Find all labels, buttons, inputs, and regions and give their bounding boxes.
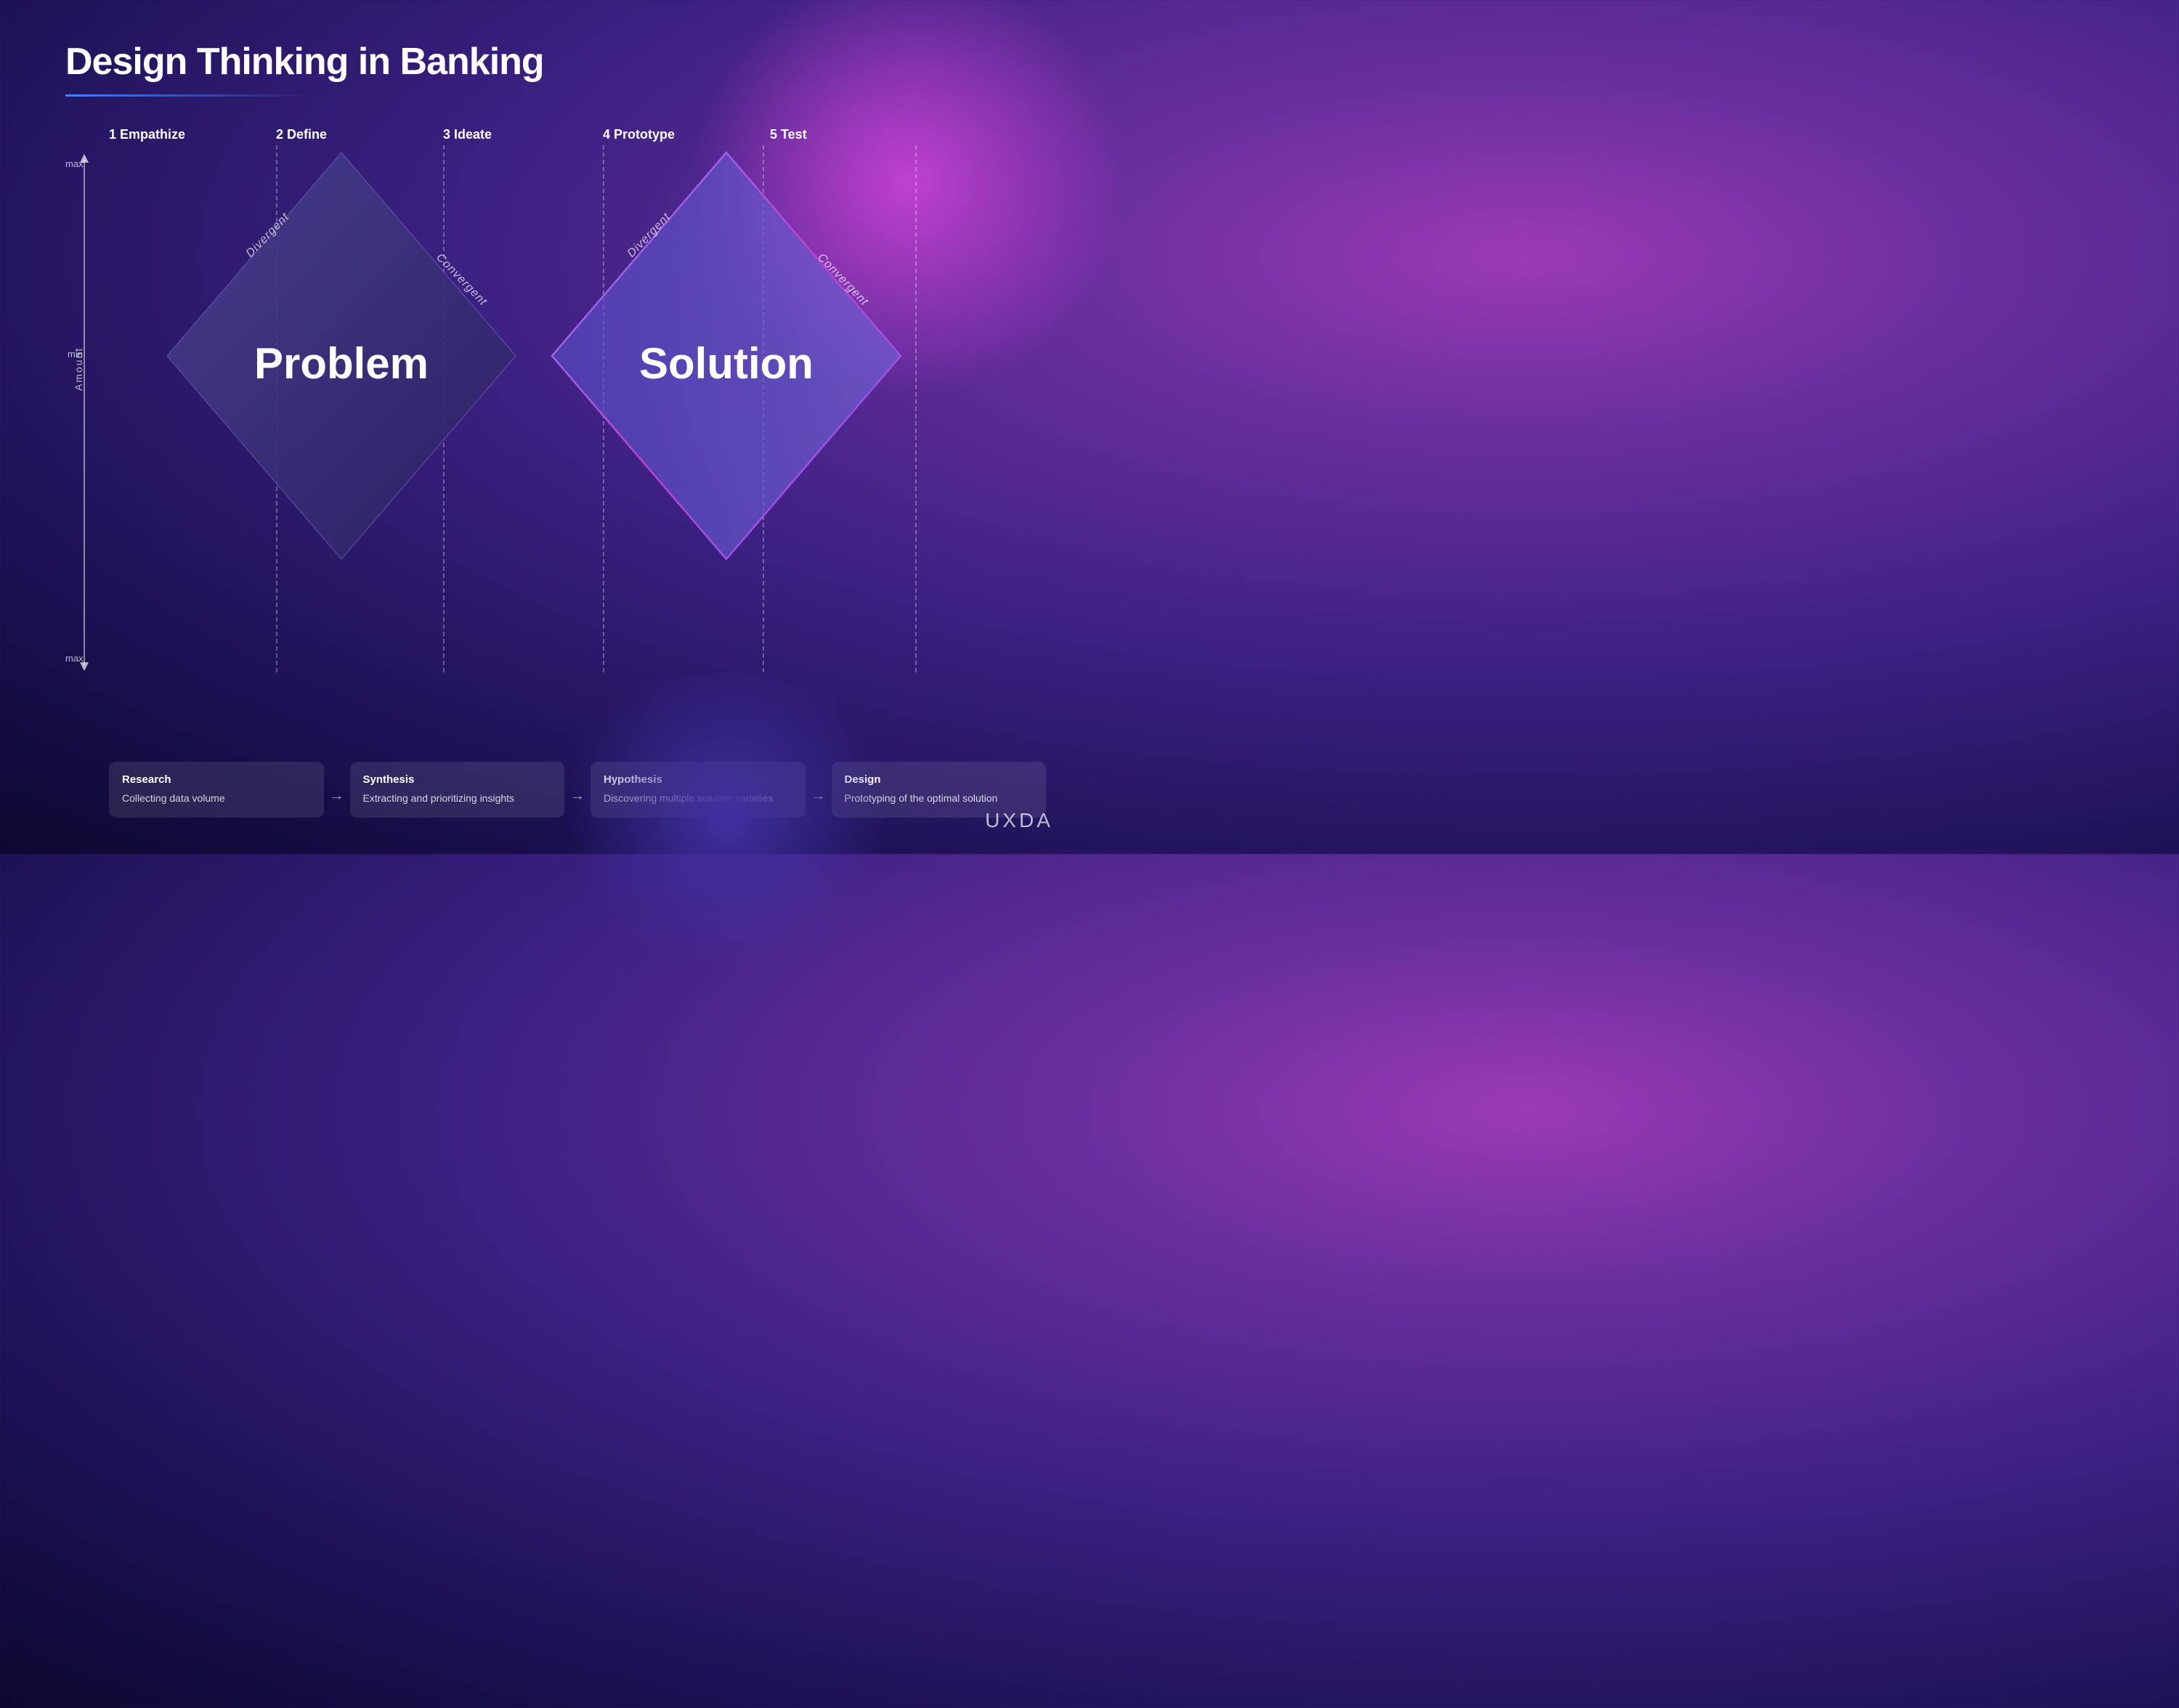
problem-diamond-label: Problem <box>254 339 429 388</box>
uxda-logo: UXDA <box>985 809 1053 832</box>
y-label-min: min <box>68 349 83 359</box>
step1-area: 1 Empathize <box>109 127 276 142</box>
step4-area: 4 Prototype <box>603 127 770 142</box>
page-title: Design Thinking in Banking <box>65 40 544 84</box>
design-card-title: Design <box>845 773 1034 786</box>
synthesis-card-text: Extracting and prioritizing insights <box>363 792 552 806</box>
step5-label: 5 Test <box>770 127 807 142</box>
solution-diamond-label: Solution <box>639 339 813 388</box>
y-label-max-top: max <box>65 158 84 169</box>
synthesis-card-title: Synthesis <box>363 773 552 786</box>
design-card-text: Prototyping of the optimal solution <box>845 792 1034 806</box>
step3-label: 3 Ideate <box>443 127 492 142</box>
arrow-2: → <box>570 762 585 818</box>
cards-row: Research Collecting data volume → Synthe… <box>109 762 1046 818</box>
y-label-max-bottom: max <box>65 653 84 664</box>
research-card-text: Collecting data volume <box>122 792 311 806</box>
synthesis-card: Synthesis Extracting and prioritizing in… <box>350 762 565 818</box>
step3-area: 3 Ideate <box>443 127 603 142</box>
diagram-area: Amount max min max 1 Empathize 2 Define … <box>44 123 1060 832</box>
research-card-title: Research <box>122 773 311 786</box>
step5-area: 5 Test <box>770 127 843 142</box>
steps-row: 1 Empathize 2 Define 3 Ideate 4 Prototyp… <box>109 127 1046 142</box>
research-card: Research Collecting data volume <box>109 762 324 818</box>
hypothesis-card-text: Discovering multiple solution varieties <box>604 792 792 806</box>
step2-area: 2 Define <box>276 127 443 142</box>
hypothesis-card-title: Hypothesis <box>604 773 792 786</box>
hypothesis-card: Hypothesis Discovering multiple solution… <box>591 762 806 818</box>
step4-label: 4 Prototype <box>603 127 675 142</box>
step1-label: 1 Empathize <box>109 127 185 142</box>
y-axis <box>84 160 85 665</box>
step2-label: 2 Define <box>276 127 327 142</box>
arrow-1: → <box>330 762 344 818</box>
arrow-3: → <box>811 762 826 818</box>
diamonds-svg: Divergent Convergent Problem Divergent C… <box>109 145 944 581</box>
title-underline <box>65 94 312 97</box>
